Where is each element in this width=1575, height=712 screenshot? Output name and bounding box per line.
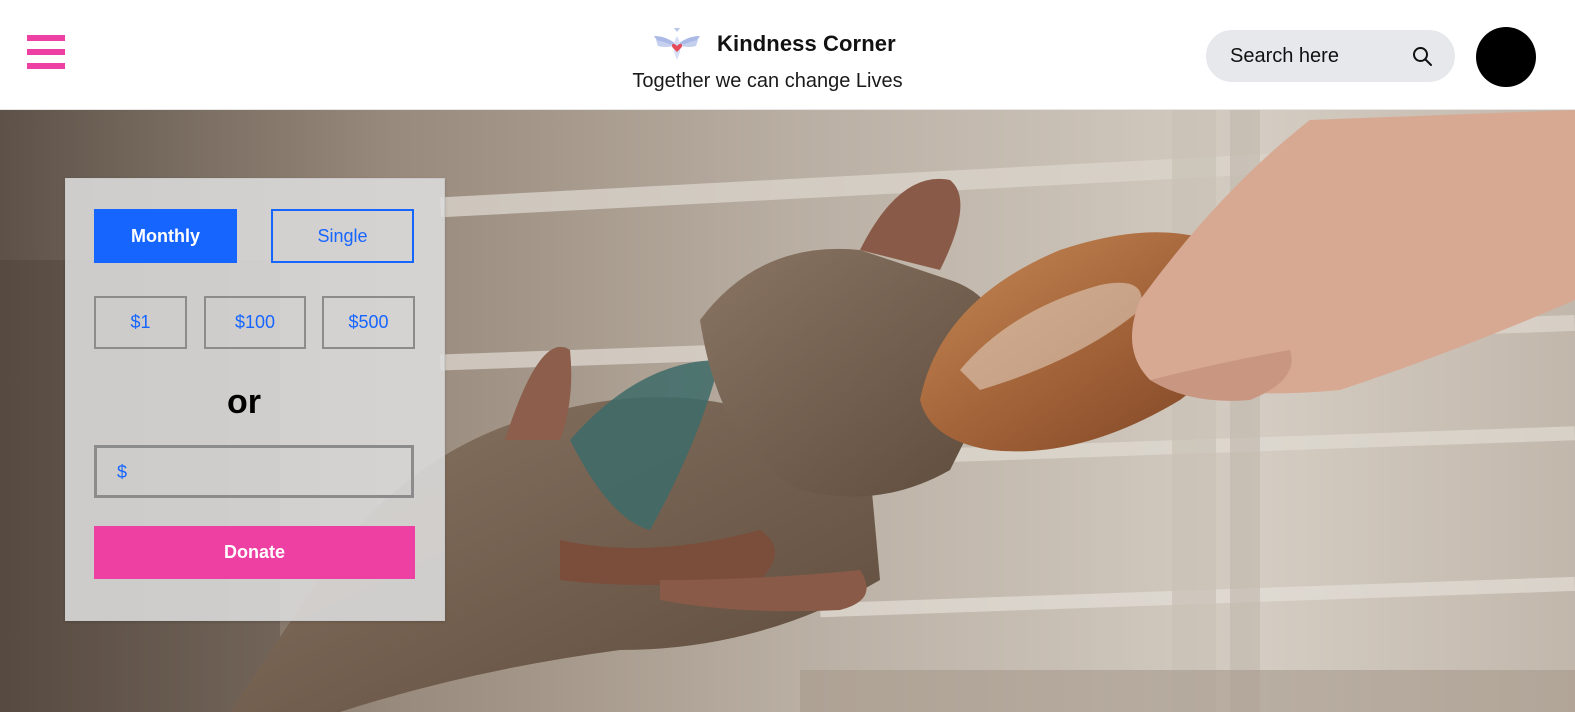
amount-button-1[interactable]: $1 — [94, 296, 187, 349]
brand-title: Kindness Corner — [717, 31, 896, 56]
menu-bar — [27, 35, 65, 41]
amount-button-500[interactable]: $500 — [322, 296, 415, 349]
donate-button[interactable]: Donate — [94, 526, 415, 579]
monthly-button[interactable]: Monthly — [94, 209, 237, 263]
or-divider-text: or — [227, 383, 261, 421]
site-header: Kindness Corner Together we can change L… — [0, 0, 1575, 110]
search-icon[interactable] — [1412, 46, 1433, 67]
hamburger-menu-icon[interactable] — [27, 35, 65, 69]
user-avatar[interactable] — [1476, 27, 1536, 87]
dove-heart-logo — [654, 28, 700, 60]
custom-amount-input[interactable]: $ — [94, 445, 414, 498]
donation-card: Monthly Single $1 $100 $500 or $ Donate — [65, 178, 445, 621]
search-input[interactable]: Search here — [1206, 30, 1455, 82]
single-button[interactable]: Single — [271, 209, 414, 263]
search-placeholder: Search here — [1230, 45, 1339, 67]
menu-bar — [27, 49, 65, 55]
currency-prefix: $ — [117, 462, 128, 482]
menu-bar — [27, 63, 65, 69]
amount-button-100[interactable]: $100 — [204, 296, 306, 349]
